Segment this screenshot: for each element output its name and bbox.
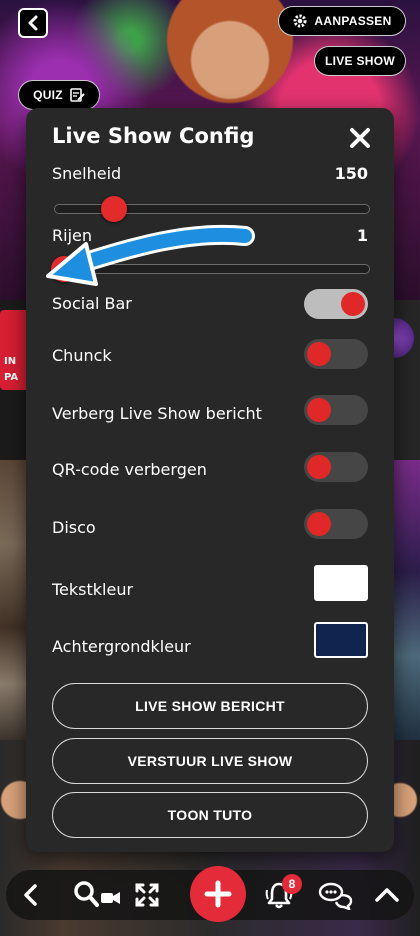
close-button[interactable] bbox=[346, 124, 374, 152]
fullscreen-button[interactable] bbox=[130, 878, 164, 912]
chunck-label: Chunck bbox=[52, 346, 112, 365]
chevron-left-icon bbox=[24, 884, 37, 906]
notifications-button[interactable]: 8 bbox=[262, 874, 302, 912]
modal-title: Live Show Config bbox=[52, 124, 255, 148]
speed-value: 150 bbox=[334, 164, 368, 183]
quiz-button-label: QUIZ bbox=[33, 88, 63, 102]
chat-icon bbox=[318, 882, 353, 910]
hide-live-show-message-label: Verberg Live Show bericht bbox=[52, 404, 262, 423]
rows-value: 1 bbox=[356, 226, 368, 245]
close-icon bbox=[350, 128, 370, 148]
rows-label: Rijen bbox=[52, 226, 92, 245]
send-live-show-button[interactable]: VERSTUUR LIVE SHOW bbox=[52, 738, 368, 784]
background-color-swatch[interactable] bbox=[314, 622, 368, 658]
text-color-label: Tekstkleur bbox=[52, 580, 134, 599]
background-card-text: PA bbox=[4, 372, 19, 383]
speed-label: Snelheid bbox=[52, 164, 122, 183]
search-video-icon bbox=[74, 881, 120, 907]
background-right-photos bbox=[392, 460, 420, 740]
social-bar-toggle[interactable] bbox=[304, 289, 368, 319]
plus-icon bbox=[204, 880, 232, 908]
notification-count-badge: 8 bbox=[282, 874, 302, 894]
disco-toggle[interactable] bbox=[304, 509, 368, 539]
text-color-swatch[interactable] bbox=[314, 565, 368, 601]
back-button[interactable] bbox=[18, 8, 48, 38]
rows-slider-knob[interactable] bbox=[51, 256, 77, 282]
toggle-knob bbox=[307, 512, 331, 536]
fullscreen-icon bbox=[135, 883, 159, 907]
live-show-button[interactable]: LIVE SHOW bbox=[314, 46, 406, 76]
chunck-toggle[interactable] bbox=[304, 339, 368, 369]
toggle-knob bbox=[307, 455, 331, 479]
bottom-navigation-bar: 8 bbox=[6, 866, 414, 922]
customize-button-label: AANPASSEN bbox=[314, 14, 392, 28]
hide-qr-code-label: QR-code verbergen bbox=[52, 460, 207, 479]
chat-button[interactable] bbox=[316, 878, 356, 912]
chevron-left-icon bbox=[28, 15, 38, 31]
background-card-text: IN bbox=[4, 356, 17, 367]
chevron-up-icon bbox=[375, 888, 399, 902]
toggle-knob bbox=[307, 398, 331, 422]
search-video-button[interactable] bbox=[70, 878, 124, 912]
live-show-button-label: LIVE SHOW bbox=[324, 54, 396, 68]
toggle-knob bbox=[341, 292, 365, 316]
social-bar-label: Social Bar bbox=[52, 294, 132, 313]
toggle-knob bbox=[307, 342, 331, 366]
customize-button[interactable]: AANPASSEN bbox=[278, 6, 406, 36]
quiz-button[interactable]: QUIZ bbox=[18, 80, 100, 110]
background-color-label: Achtergrondkleur bbox=[52, 637, 191, 656]
live-show-config-modal: Live Show Config Snelheid 150 Rijen 1 So… bbox=[26, 108, 394, 852]
edit-note-icon bbox=[70, 88, 85, 102]
rows-slider[interactable] bbox=[51, 256, 370, 282]
background-left-photos bbox=[0, 460, 26, 740]
hide-qr-code-toggle[interactable] bbox=[304, 452, 368, 482]
speed-slider-knob[interactable] bbox=[101, 196, 128, 222]
live-show-message-button[interactable]: LIVE SHOW BERICHT bbox=[52, 683, 368, 729]
gear-icon bbox=[293, 14, 307, 28]
disco-label: Disco bbox=[52, 518, 96, 537]
bottom-back-button[interactable] bbox=[14, 878, 48, 912]
show-tutorial-button[interactable]: TOON TUTO bbox=[52, 792, 368, 838]
hide-live-show-message-toggle[interactable] bbox=[304, 395, 368, 425]
scroll-up-button[interactable] bbox=[370, 878, 404, 912]
speed-slider[interactable] bbox=[54, 196, 370, 222]
add-button[interactable] bbox=[190, 866, 246, 922]
